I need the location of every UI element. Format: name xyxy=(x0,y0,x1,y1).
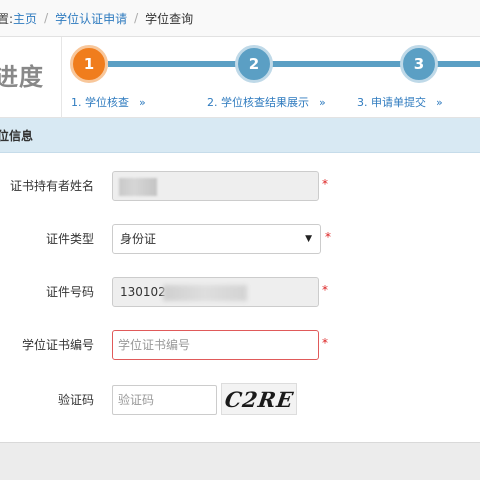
id-type-row: 证件类型 身份证 ▼ * xyxy=(0,224,480,254)
required-marker: * xyxy=(322,283,328,297)
breadcrumb-home-link[interactable]: 主页 xyxy=(13,10,37,27)
captcha-row: 验证码 C2RE xyxy=(0,383,480,415)
redacted-name xyxy=(119,178,157,196)
step-2-arrow-icon: » xyxy=(319,96,326,109)
step-3-label: 3. 申请单提交 » xyxy=(357,94,443,110)
captcha-label: 验证码 xyxy=(57,393,94,407)
id-type-select[interactable]: 身份证 ▼ xyxy=(112,224,321,254)
redacted-id-number xyxy=(163,285,247,301)
breadcrumb-apply-link[interactable]: 学位认证申请 xyxy=(55,10,127,27)
step-3-circle: 3 xyxy=(400,45,438,83)
step-3-text: 3. 申请单提交 xyxy=(357,96,426,109)
chevron-down-icon: ▼ xyxy=(305,234,312,244)
cert-number-label: 学位证书编号 xyxy=(21,338,94,352)
required-marker: * xyxy=(322,336,328,350)
holder-name-row: 证书持有者姓名 * xyxy=(0,171,480,201)
captcha-text: C2RE xyxy=(222,386,296,412)
id-type-value: 身份证 xyxy=(120,232,157,246)
progress-track xyxy=(108,61,238,67)
panel-title: 位信息 xyxy=(0,128,34,143)
cert-number-row: 学位证书编号 * xyxy=(0,330,480,360)
captcha-image[interactable]: C2RE xyxy=(221,383,297,415)
step-1-label: 1. 学位核查 » xyxy=(71,94,146,110)
progress-title: 进度 xyxy=(0,63,44,91)
cert-number-input[interactable] xyxy=(112,330,319,360)
step-3-arrow-icon: » xyxy=(436,96,443,109)
holder-name-label: 证书持有者姓名 xyxy=(9,179,94,193)
footer xyxy=(0,443,480,480)
panel-header: 位信息 xyxy=(0,118,480,153)
progress-steps: 进度 1 2 3 1. 学位核查 » 2. 学位核查结果展示 » 3. 申请单提交 » xyxy=(0,37,480,118)
id-number-field[interactable]: 130102 xyxy=(112,277,319,307)
breadcrumb: 置: 主页 / 学位认证申请 / 学位查询 xyxy=(0,0,480,37)
id-number-value: 130102 xyxy=(120,285,166,299)
id-number-label: 证件号码 xyxy=(45,285,94,299)
progress-track xyxy=(272,61,402,67)
step-2-label: 2. 学位核查结果展示 » xyxy=(207,94,326,110)
captcha-input[interactable] xyxy=(112,385,217,415)
required-marker: * xyxy=(322,177,328,191)
step-1-circle: 1 xyxy=(70,45,108,83)
breadcrumb-separator: / xyxy=(134,11,139,25)
breadcrumb-prefix: 置: xyxy=(0,11,14,26)
breadcrumb-separator: / xyxy=(44,11,49,25)
id-number-row: 证件号码 130102 * xyxy=(0,277,480,307)
step-1-arrow-icon: » xyxy=(139,96,146,109)
required-marker: * xyxy=(325,230,331,244)
progress-divider xyxy=(61,37,62,118)
holder-name-field[interactable] xyxy=(112,171,319,201)
step-1-text: 1. 学位核查 xyxy=(71,96,129,109)
degree-form: 证书持有者姓名 * 证件类型 身份证 ▼ * 证件号码 130102 * 学位证… xyxy=(0,153,480,443)
id-type-label: 证件类型 xyxy=(45,232,94,246)
step-2-circle: 2 xyxy=(235,45,273,83)
step-2-text: 2. 学位核查结果展示 xyxy=(207,96,309,109)
progress-track xyxy=(436,61,480,67)
breadcrumb-current: 学位查询 xyxy=(145,11,194,26)
